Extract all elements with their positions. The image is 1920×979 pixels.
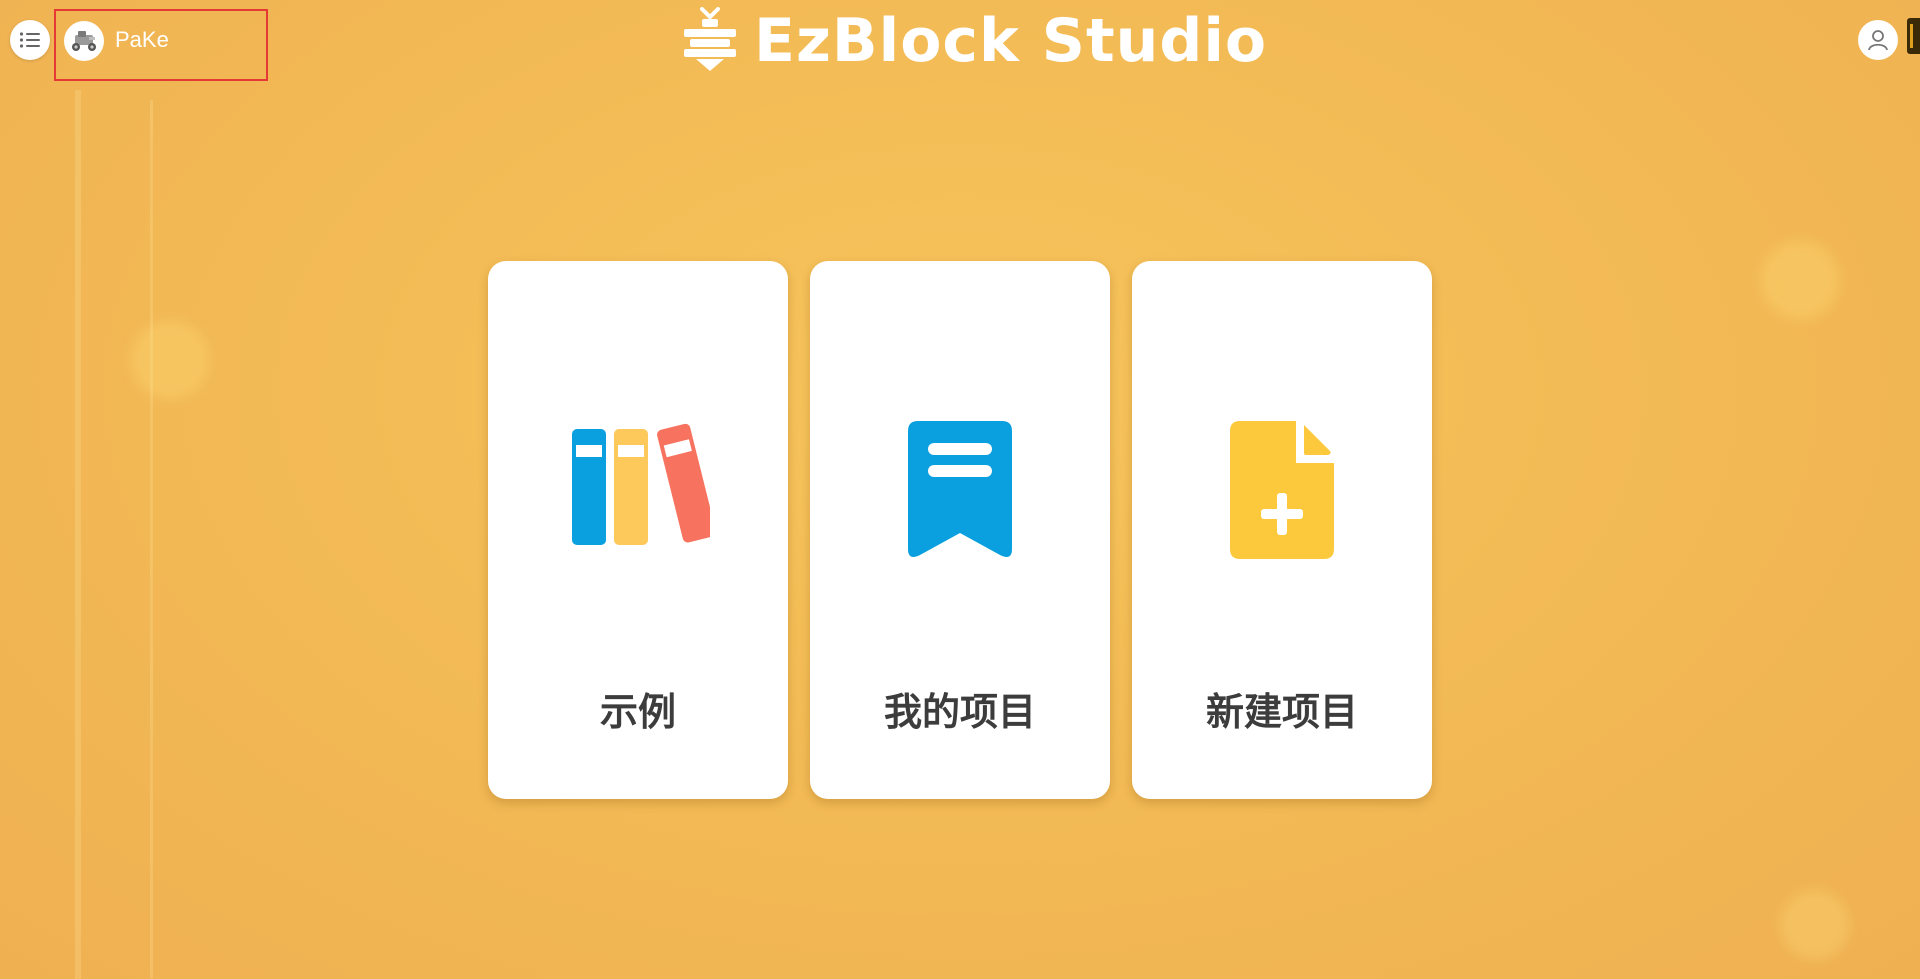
background-blob	[130, 320, 210, 400]
side-panel-tab[interactable]	[1907, 18, 1920, 54]
top-bar: PaKe EzBlock Studio	[0, 0, 1920, 90]
brand-logo: EzBlock Studio	[680, 6, 1267, 76]
menu-button[interactable]	[10, 20, 50, 60]
background-stripe	[75, 90, 81, 979]
background-blob	[1780, 890, 1850, 960]
user-account-button[interactable]	[1858, 20, 1898, 60]
books-icon	[572, 423, 716, 545]
user-account-icon	[1868, 30, 1888, 51]
card-label: 示例	[599, 690, 676, 734]
ezblock-logo-icon	[684, 7, 736, 71]
card-icon-wrap	[1226, 421, 1338, 565]
card-label: 新建项目	[1205, 690, 1358, 734]
brand-title: EzBlock Studio	[754, 6, 1268, 76]
device-avatar[interactable]	[64, 21, 104, 61]
robot-car-icon	[72, 31, 96, 51]
card-icon-wrap	[566, 421, 716, 549]
background-blob	[1760, 240, 1840, 320]
list-menu-icon	[19, 32, 40, 48]
new-file-icon	[1230, 421, 1334, 559]
background-stripe	[150, 100, 153, 979]
new-project-card[interactable]: 新建项目	[1132, 261, 1432, 799]
my-projects-card[interactable]: 我的项目	[810, 261, 1110, 799]
card-icon-wrap	[898, 421, 1022, 565]
main-cards: 示例 我的项目 新建项目	[488, 261, 1432, 799]
examples-card[interactable]: 示例	[488, 261, 788, 799]
bookmark-icon	[908, 421, 1012, 557]
card-label: 我的项目	[883, 690, 1036, 734]
device-name[interactable]: PaKe	[115, 27, 169, 53]
